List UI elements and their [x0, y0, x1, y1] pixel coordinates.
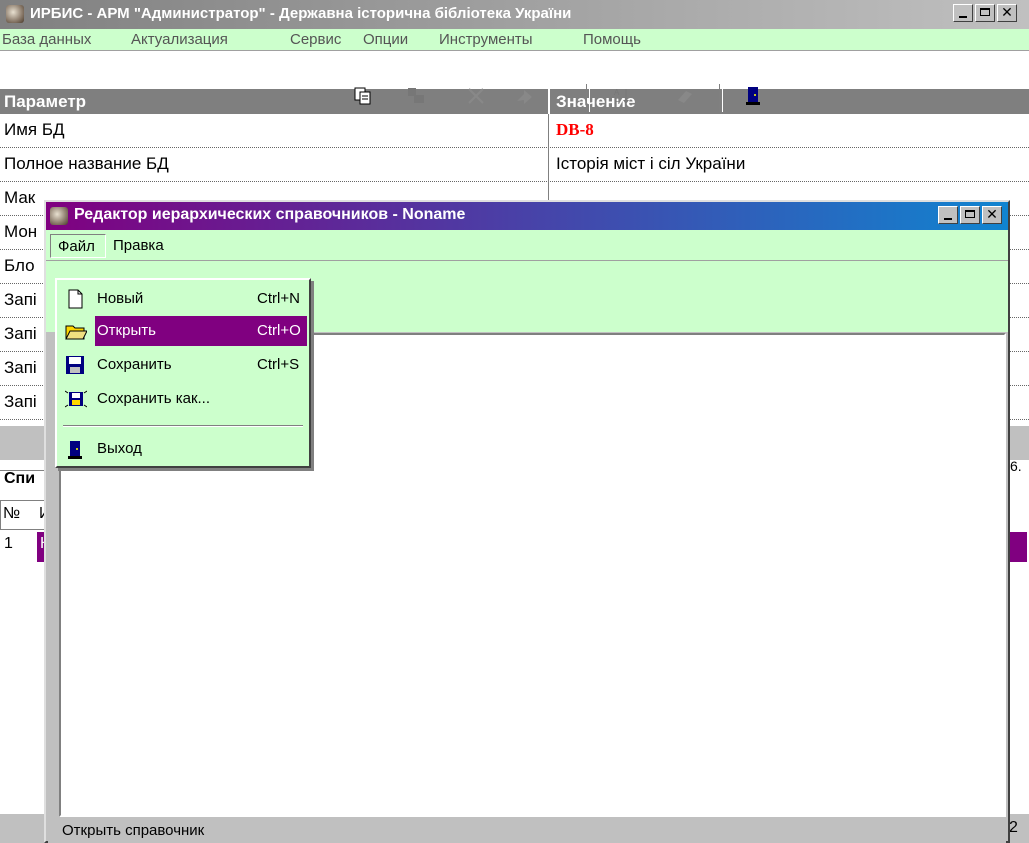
menu-item-new[interactable]: Новый Ctrl+N: [59, 284, 307, 314]
file-dropdown-menu: Новый Ctrl+N Открыть Ctrl+O Сохранить Ct…: [55, 278, 311, 468]
main-caption-buttons: ✕: [951, 4, 1017, 22]
param-name: Запі: [4, 290, 37, 309]
editor-menu-edit[interactable]: Правка: [113, 237, 164, 254]
editor-menu-file[interactable]: Файл: [50, 234, 106, 258]
menu-item-save[interactable]: Сохранить Ctrl+S: [59, 350, 307, 380]
editor-minimize-button[interactable]: [938, 206, 958, 224]
sort-az-icon[interactable]: AЯ: [611, 85, 633, 107]
menu-item-label: Новый: [97, 290, 144, 307]
menu-item-open[interactable]: Открыть Ctrl+O: [59, 316, 307, 346]
editor-maximize-button[interactable]: [960, 206, 980, 224]
save-as-icon: [64, 389, 88, 409]
move-node-icon[interactable]: [405, 85, 427, 107]
param-name: Бло: [4, 256, 35, 275]
menu-item-label: Сохранить как...: [97, 390, 211, 407]
param-name: Запі: [4, 358, 37, 377]
maximize-button[interactable]: [975, 4, 995, 22]
param-name: Имя БД: [4, 120, 65, 139]
exit-door-icon: [65, 439, 87, 459]
menu-service[interactable]: Сервис: [290, 31, 341, 48]
header-divider: [548, 89, 550, 114]
main-status-fragment: 2: [1009, 819, 1018, 836]
eraser-icon[interactable]: [674, 85, 696, 107]
toolbar-separator: [719, 84, 723, 112]
delete-icon[interactable]: [465, 85, 487, 107]
param-name: Запі: [4, 324, 37, 343]
open-folder-icon: [65, 321, 88, 341]
main-window-title: ИРБИС - АРМ "Администратор" - Державна і…: [30, 5, 572, 22]
menu-help[interactable]: Помощь: [583, 31, 641, 48]
svg-text:Я: Я: [614, 97, 620, 106]
main-title-bar: ИРБИС - АРМ "Администратор" - Державна і…: [0, 0, 1029, 29]
menu-item-shortcut: Ctrl+N: [257, 290, 300, 307]
copy-icon[interactable]: [352, 85, 374, 107]
param-row[interactable]: Имя БД DB-8: [0, 114, 1029, 148]
menu-item-exit[interactable]: Выход: [59, 434, 307, 464]
col-number[interactable]: №: [3, 505, 20, 523]
menu-item-shortcut: Ctrl+S: [257, 356, 300, 373]
right-value-fragment: 6.: [1010, 458, 1022, 474]
menu-file-label: Файл: [58, 238, 95, 255]
close-button[interactable]: ✕: [997, 4, 1017, 22]
list-separator: [0, 470, 48, 471]
list-label: Спи: [4, 470, 36, 487]
minimize-button[interactable]: [953, 4, 973, 22]
editor-close-button[interactable]: ✕: [982, 206, 1002, 224]
param-row[interactable]: Полное название БД Історія міст і сіл Ук…: [0, 148, 1029, 182]
list-row[interactable]: 1 К: [0, 530, 49, 560]
list-table-header: № И: [0, 500, 51, 530]
row-number: 1: [4, 535, 13, 552]
svg-text:A: A: [614, 88, 620, 97]
menu-item-shortcut: Ctrl+O: [257, 322, 301, 339]
menu-item-label: Открыть: [97, 322, 156, 339]
editor-status-bar: Открыть справочник: [48, 819, 1006, 843]
irbis-app-icon: [50, 207, 68, 225]
toolbar-separator: [586, 84, 590, 112]
param-value: DB-8: [556, 120, 594, 139]
new-document-icon: [65, 289, 87, 309]
editor-window-title: Редактор иерархических справочников - No…: [74, 206, 466, 223]
main-menu-bar: База данных Актуализация Сервис Опции Ин…: [0, 29, 1029, 51]
param-name: Мон: [4, 222, 38, 241]
menu-tools[interactable]: Инструменты: [439, 31, 533, 48]
arrow-icon[interactable]: [513, 85, 535, 107]
editor-title-bar[interactable]: Редактор иерархических справочников - No…: [46, 202, 1008, 230]
editor-caption-buttons: ✕: [936, 206, 1002, 224]
param-name: Мак: [4, 188, 36, 207]
exit-door-icon[interactable]: [742, 85, 764, 107]
menu-separator: [63, 425, 303, 427]
menu-item-label: Сохранить: [97, 356, 172, 373]
editor-status-text: Открыть справочник: [62, 822, 205, 839]
menu-item-save-as[interactable]: Сохранить как...: [59, 384, 307, 414]
param-name: Полное название БД: [4, 154, 169, 173]
menu-item-label: Выход: [97, 440, 142, 457]
save-disk-icon: [65, 355, 87, 375]
menu-options[interactable]: Опции: [363, 31, 408, 48]
irbis-app-icon: [6, 5, 24, 23]
header-param[interactable]: Параметр: [4, 92, 86, 112]
menu-actualization[interactable]: Актуализация: [131, 31, 228, 48]
menu-database[interactable]: База данных: [2, 31, 91, 48]
editor-menu-bar: Файл Правка: [46, 230, 1008, 261]
param-value: Історія міст і сіл України: [556, 154, 746, 173]
param-name: Запі: [4, 392, 37, 411]
